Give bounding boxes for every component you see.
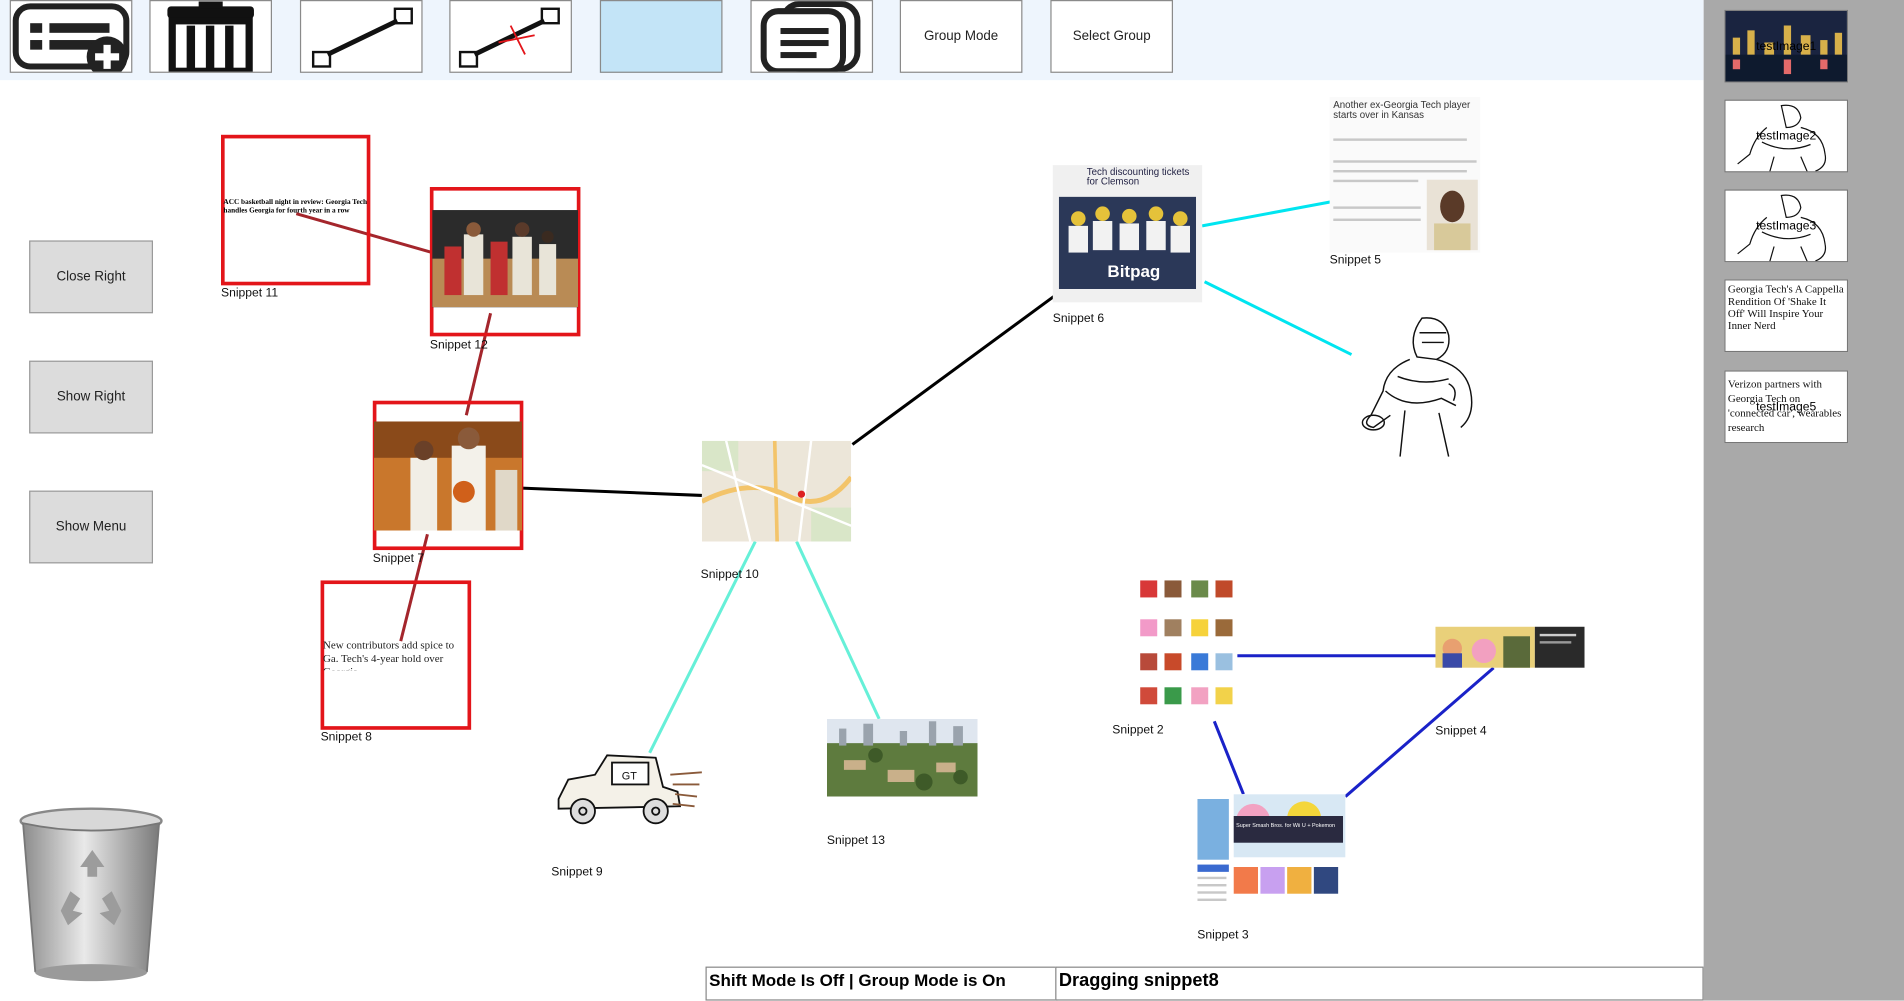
snippet-4-image[interactable]: [1435, 626, 1585, 668]
thumbnail-4-text: Georgia Tech's A Cappella Rendition Of '…: [1727, 282, 1844, 332]
unlink-icon: [458, 7, 560, 68]
snippet-6-label: Snippet 6: [1052, 312, 1105, 326]
snippet-6-content[interactable]: Tech discounting tickets for Clemson Bit…: [1052, 165, 1203, 303]
select-group-button[interactable]: Select Group: [1050, 0, 1174, 73]
add-snippet-button[interactable]: [9, 0, 133, 73]
thumbnail-3[interactable]: testImage3: [1724, 189, 1849, 263]
thumbnail-4[interactable]: Georgia Tech's A Cappella Rendition Of '…: [1724, 279, 1849, 353]
snippet-6-banner: Bitpag: [1107, 262, 1160, 281]
link-icon: [311, 7, 413, 68]
snippet-2-image[interactable]: [1135, 570, 1238, 717]
snippet-12-label: Snippet 12: [429, 338, 488, 353]
snippet-3-banner: Super Smash Bros. for Wii U + Pokemon: [1236, 823, 1335, 829]
close-right-button[interactable]: Close Right: [29, 240, 154, 314]
copy-button[interactable]: [750, 0, 874, 73]
link-s10-s6: [851, 295, 1055, 446]
snippet-9-plate: GT: [622, 771, 637, 783]
trash-icon: [167, 1, 254, 72]
snippet-7-image[interactable]: [374, 421, 523, 531]
thumbnail-1[interactable]: testImage1: [1724, 9, 1849, 83]
link-s6-sketch: [1203, 280, 1353, 356]
unlink-button[interactable]: [449, 0, 572, 73]
snippet-9-image[interactable]: GT: [551, 750, 703, 830]
link-s7-s10: [522, 486, 702, 497]
thumbnail-5-label: testImage5: [1756, 400, 1817, 415]
add-list-icon: [12, 3, 130, 72]
snippet-6-headline: Tech discounting tickets for Clemson: [1086, 166, 1190, 188]
snippet-10-label: Snippet 10: [700, 568, 759, 582]
recycle-bin-icon: [19, 807, 163, 982]
snippet-3-label: Snippet 3: [1197, 928, 1249, 943]
thumbnail-2[interactable]: testImage2: [1724, 99, 1849, 173]
snippet-13-image[interactable]: [826, 718, 978, 797]
mode-status: Shift Mode Is Off | Group Mode is On: [705, 966, 1058, 1001]
canvas-stage: Group Mode Select Group Close Right Show…: [0, 0, 1904, 1001]
group-mode-button[interactable]: Group Mode: [899, 0, 1023, 73]
snippet-10-image[interactable]: [701, 440, 852, 542]
snippet-5-content[interactable]: Another ex-Georgia Tech player starts ov…: [1329, 97, 1481, 253]
snippet-5-headline: Another ex-Georgia Tech player starts ov…: [1333, 99, 1471, 121]
snippet-11-content[interactable]: ACC basketball night in review: Georgia …: [223, 199, 369, 221]
delete-button[interactable]: [149, 0, 273, 73]
snippet-9-label: Snippet 9: [551, 865, 603, 880]
snippet-4-label: Snippet 4: [1435, 724, 1487, 739]
snippet-8-label: Snippet 8: [320, 731, 372, 745]
thumbnail-1-label: testImage1: [1756, 40, 1817, 54]
copy-pages-icon: [760, 1, 861, 72]
snippet-3-image[interactable]: Super Smash Bros. for Wii U + Pokemon: [1197, 794, 1346, 911]
blank-button[interactable]: [599, 0, 723, 73]
link-s2-s3: [1212, 720, 1245, 795]
football-player-sketch[interactable]: [1349, 311, 1489, 463]
link-s10-s13: [795, 540, 881, 720]
thumbnail-5[interactable]: Verizon partners with Georgia Tech on 'c…: [1724, 370, 1849, 444]
recycle-bin[interactable]: [17, 806, 165, 986]
snippet-8-content[interactable]: New contributors add spice to Ga. Tech's…: [323, 639, 469, 671]
link-s6-s5: [1201, 200, 1333, 228]
snippet-12-image[interactable]: [432, 210, 579, 308]
thumbnail-3-label: testImage3: [1756, 219, 1817, 234]
snippet-13-label: Snippet 13: [826, 834, 886, 848]
show-right-button[interactable]: Show Right: [29, 360, 154, 434]
snippet-11-label: Snippet 11: [221, 286, 279, 300]
link-button[interactable]: [299, 0, 423, 73]
snippet-5-label: Snippet 5: [1329, 253, 1381, 268]
show-menu-button[interactable]: Show Menu: [29, 490, 154, 564]
snippet-2-label: Snippet 2: [1112, 723, 1164, 738]
action-status: Dragging snippet8: [1055, 966, 1704, 1001]
thumbnail-2-label: testImage2: [1756, 129, 1817, 144]
snippet-7-label: Snippet 7: [372, 552, 425, 566]
